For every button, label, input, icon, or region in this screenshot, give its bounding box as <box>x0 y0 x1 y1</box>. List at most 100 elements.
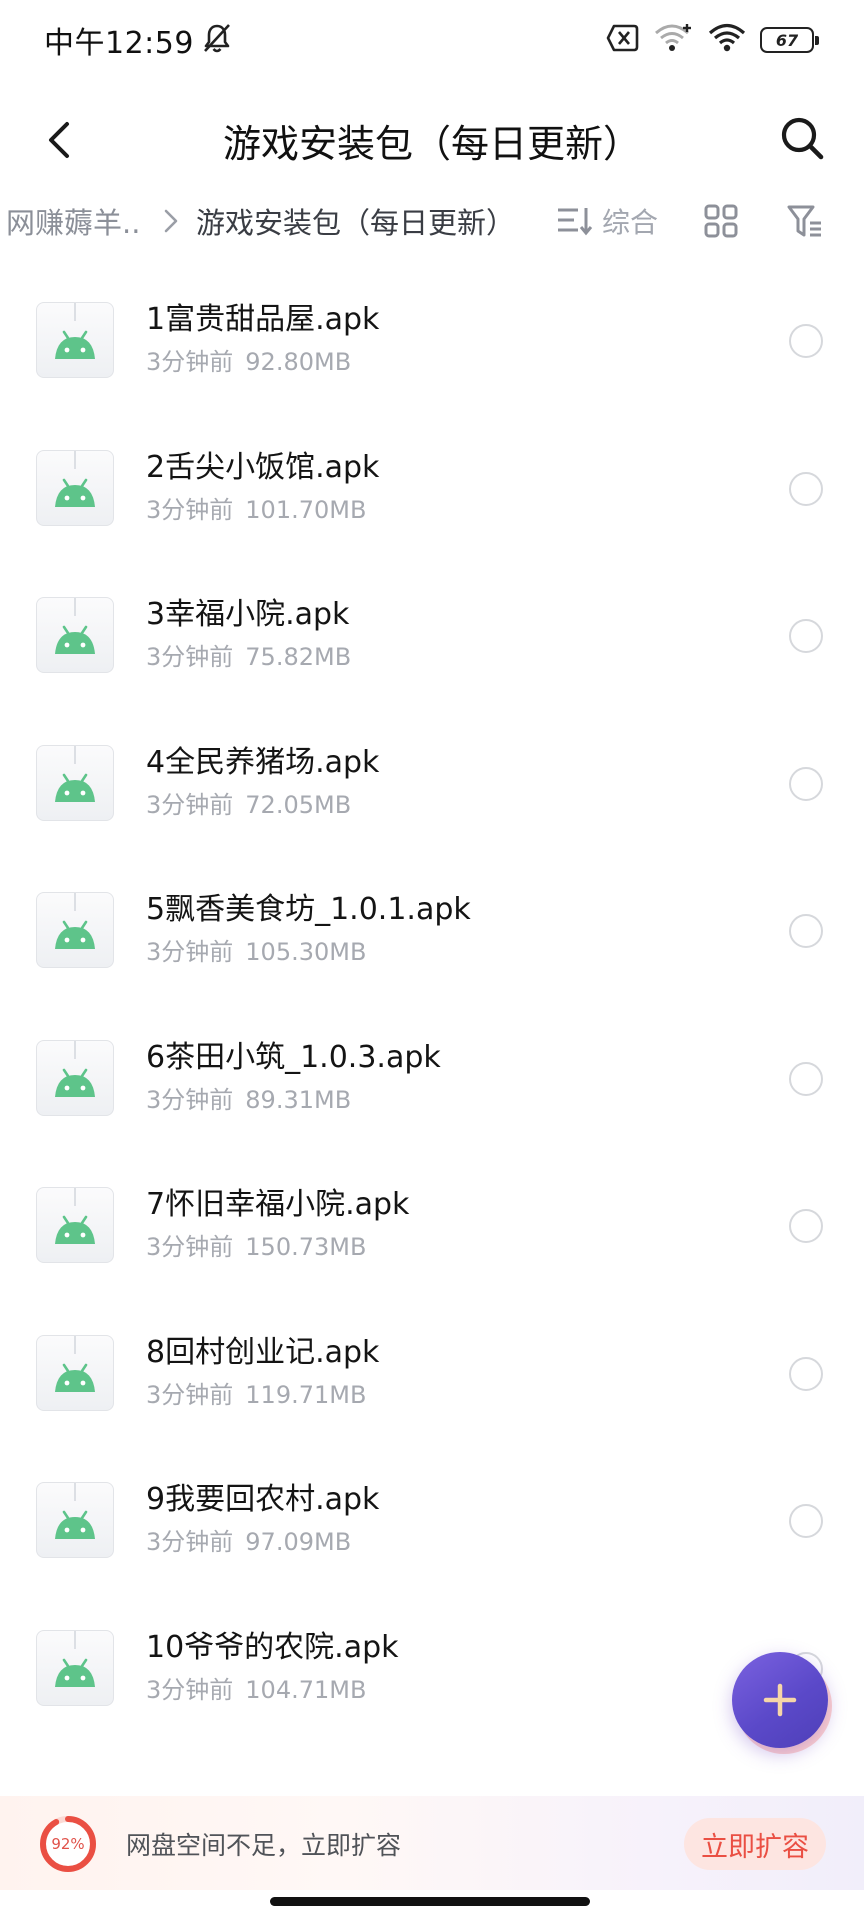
android-icon <box>55 1363 95 1392</box>
file-modified-time: 3分钟前 <box>146 1380 234 1409</box>
page-title: 游戏安装包（每日更新） <box>222 121 641 166</box>
android-icon <box>55 920 95 949</box>
select-checkbox[interactable] <box>789 1356 823 1391</box>
file-size: 92.80MB <box>245 348 352 376</box>
file-size: 72.05MB <box>245 790 352 819</box>
file-name: 10爷爷的农院.apk <box>146 1629 399 1665</box>
select-checkbox[interactable] <box>789 914 823 948</box>
select-checkbox[interactable] <box>789 1061 823 1096</box>
file-name: 6茶田小筑_1.0.3.apk <box>146 1039 441 1075</box>
list-item[interactable]: 5飘香美食坊_1.0.1.apk 3分钟前 105.30MB <box>0 862 864 1010</box>
file-size: 101.70MB <box>245 495 367 524</box>
list-item[interactable]: 6茶田小筑_1.0.3.apk 3分钟前 89.31MB <box>0 1010 864 1158</box>
file-name: 3幸福小院.apk <box>146 597 350 632</box>
file-size: 119.71MB <box>245 1380 367 1409</box>
list-item[interactable]: 7怀旧幸福小院.apk 3分钟前 150.73MB <box>0 1157 864 1305</box>
file-name: 7怀旧幸福小院.apk <box>146 1187 410 1222</box>
breadcrumb-current: 游戏安装包（每日更新） <box>196 206 516 240</box>
add-button[interactable] <box>732 1652 828 1748</box>
file-modified-time: 3分钟前 <box>146 643 234 671</box>
sort-label: 综合 <box>602 206 659 239</box>
file-name: 4全民养猪场.apk <box>146 744 380 780</box>
file-meta: 3分钟前 150.73MB <box>146 1227 366 1262</box>
apk-file-icon <box>36 449 114 526</box>
android-icon <box>55 625 95 654</box>
wifi-icon <box>654 23 694 57</box>
select-checkbox[interactable] <box>789 1504 823 1538</box>
android-icon <box>55 1510 95 1539</box>
list-item[interactable]: 3幸福小院.apk 3分钟前 75.82MB <box>0 567 864 715</box>
filter-icon <box>787 205 821 237</box>
android-icon <box>55 773 95 802</box>
battery-indicator: 67 <box>760 27 819 53</box>
chevron-left-icon <box>49 122 69 158</box>
file-name: 5飘香美食坊_1.0.1.apk <box>146 892 471 927</box>
file-size: 97.09MB <box>245 1528 352 1556</box>
select-checkbox[interactable] <box>789 619 823 653</box>
status-time: 中午12:59 <box>44 26 194 61</box>
apk-file-icon <box>36 1039 114 1116</box>
file-meta: 3分钟前 92.80MB <box>146 342 351 377</box>
filter-button[interactable] <box>782 198 828 244</box>
file-meta: 3分钟前 104.71MB <box>146 1670 366 1705</box>
select-checkbox[interactable] <box>789 471 823 506</box>
plus-icon <box>763 1683 797 1717</box>
apk-file-icon <box>36 1629 114 1706</box>
file-modified-time: 3分钟前 <box>146 1085 234 1114</box>
expand-storage-button[interactable]: 立即扩容 <box>684 1818 826 1870</box>
file-meta: 3分钟前 105.30MB <box>146 932 366 967</box>
file-size: 150.73MB <box>245 1233 367 1261</box>
list-item[interactable]: 8回村创业记.apk 3分钟前 119.71MB <box>0 1305 864 1453</box>
list-item[interactable]: 4全民养猪场.apk 3分钟前 72.05MB <box>0 715 864 863</box>
sort-button[interactable]: 综合 <box>556 198 658 244</box>
breadcrumb-parent[interactable]: 网赚薅羊.. <box>6 200 140 242</box>
status-bar: 中午12:59 67 <box>0 0 864 80</box>
file-size: 104.71MB <box>245 1675 367 1704</box>
file-modified-time: 3分钟前 <box>146 348 234 376</box>
file-modified-time: 3分钟前 <box>146 1675 234 1704</box>
android-icon <box>55 478 95 507</box>
grid-icon <box>704 204 738 238</box>
file-name: 8回村创业记.apk <box>146 1334 380 1370</box>
file-modified-time: 3分钟前 <box>146 495 234 524</box>
file-modified-time: 3分钟前 <box>146 938 234 966</box>
storage-banner[interactable]: 92% 网盘空间不足，立即扩容 立即扩容 <box>0 1796 864 1890</box>
file-size: 105.30MB <box>245 938 367 966</box>
file-meta: 3分钟前 101.70MB <box>146 490 366 525</box>
android-icon <box>55 1068 95 1097</box>
apk-file-icon <box>36 1187 114 1263</box>
list-item[interactable]: 9我要回农村.apk 3分钟前 97.09MB <box>0 1452 864 1600</box>
list-item[interactable]: 1富贵甜品屋.apk 3分钟前 92.80MB <box>0 272 864 420</box>
file-meta: 3分钟前 89.31MB <box>146 1080 351 1115</box>
apk-file-icon <box>36 744 114 821</box>
android-icon <box>55 1215 95 1244</box>
storage-usage-label: 92% <box>51 1835 85 1853</box>
back-button[interactable] <box>36 116 84 164</box>
select-checkbox[interactable] <box>789 1209 823 1243</box>
storage-warning-text: 网盘空间不足，立即扩容 <box>126 1831 402 1860</box>
status-left: 中午12:59 <box>44 18 232 62</box>
home-indicator[interactable] <box>270 1897 590 1906</box>
sim-disabled-icon <box>606 23 640 57</box>
file-size: 89.31MB <box>245 1085 352 1114</box>
file-modified-time: 3分钟前 <box>146 790 234 819</box>
grid-view-button[interactable] <box>700 200 742 242</box>
search-icon <box>781 117 824 160</box>
list-item[interactable]: 2舌尖小饭馆.apk 3分钟前 101.70MB <box>0 420 864 568</box>
android-icon <box>55 1658 95 1687</box>
file-name: 2舌尖小饭馆.apk <box>146 449 380 485</box>
file-meta: 3分钟前 72.05MB <box>146 785 351 820</box>
apk-file-icon <box>36 597 114 673</box>
file-modified-time: 3分钟前 <box>146 1233 234 1261</box>
search-button[interactable] <box>774 110 830 166</box>
select-checkbox[interactable] <box>789 324 823 358</box>
select-checkbox[interactable] <box>789 766 823 801</box>
list-item[interactable]: 10爷爷的农院.apk 3分钟前 104.71MB <box>0 1600 864 1748</box>
sort-icon <box>558 208 593 236</box>
bell-off-icon <box>202 22 232 58</box>
apk-file-icon <box>36 1482 114 1558</box>
breadcrumb: 网赚薅羊.. 游戏安装包（每日更新） 综合 <box>0 190 864 252</box>
wifi-strong-icon <box>708 23 746 57</box>
apk-file-icon <box>36 1334 114 1411</box>
file-meta: 3分钟前 75.82MB <box>146 637 351 672</box>
